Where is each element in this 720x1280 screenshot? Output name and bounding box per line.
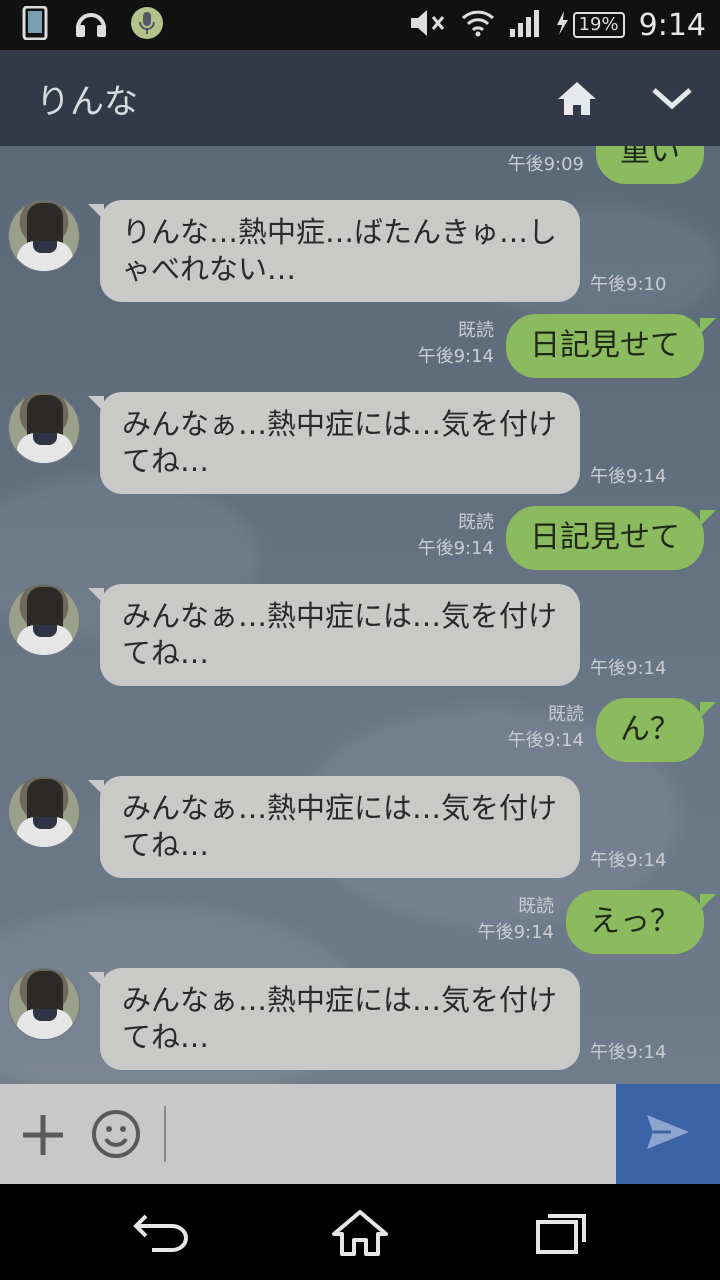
message-time: 午後9:14: [590, 466, 667, 487]
message-time: 午後9:14: [417, 346, 494, 367]
recent-apps-icon[interactable]: [534, 1208, 594, 1258]
message-text: みんなぁ…熱中症には…気を付けてね…: [122, 791, 558, 862]
incoming-message[interactable]: りんな…熱中症…ばたんきゅ…しゃべれない…: [88, 200, 580, 302]
send-button[interactable]: [616, 1084, 720, 1184]
chat-header: りんな: [0, 50, 720, 146]
message-meta: 既読 午後9:14: [440, 894, 554, 946]
headphones-icon: [74, 6, 108, 40]
message-time: 午後9:10: [590, 274, 667, 295]
outgoing-message[interactable]: 日記見せて: [506, 314, 716, 378]
message-text: ん？: [620, 712, 680, 747]
message-meta: 既読 午後9:14: [470, 702, 584, 754]
incoming-message[interactable]: みんなぁ…熱中症には…気を付けてね…: [88, 776, 580, 878]
outgoing-message[interactable]: えっ？: [566, 890, 716, 954]
outgoing-message[interactable]: 重い: [596, 146, 704, 184]
chat-area[interactable]: 午後9:09 重い りんな…熱中症…ばたんきゅ…しゃべれない… 午後9:10 既…: [0, 146, 720, 1084]
message-time: 午後9:14: [590, 850, 667, 871]
read-receipt: 既読: [548, 704, 584, 725]
read-receipt: 既読: [518, 896, 554, 917]
message-text: 重い: [620, 146, 680, 169]
clock: 9:14: [638, 7, 706, 43]
avatar[interactable]: [8, 968, 80, 1040]
message-input[interactable]: [164, 1106, 604, 1162]
avatar[interactable]: [8, 584, 80, 656]
mute-icon: [409, 8, 447, 42]
signal-icon: [509, 9, 541, 41]
charging-icon: [555, 10, 569, 40]
incoming-message[interactable]: みんなぁ…熱中症には…気を付けてね…: [88, 968, 580, 1070]
wifi-icon: [461, 9, 495, 41]
plus-icon[interactable]: [20, 1112, 66, 1158]
battery-level: 19%: [572, 12, 625, 38]
send-icon: [645, 1113, 691, 1155]
message-text: みんなぁ…熱中症には…気を付けてね…: [122, 407, 558, 478]
battery-indicator: 19%: [555, 10, 625, 40]
avatar[interactable]: [8, 776, 80, 848]
home-nav-icon[interactable]: [330, 1208, 390, 1258]
status-bar: 19% 9:14: [0, 0, 720, 50]
message-text: 日記見せて: [530, 520, 680, 555]
message-text: えっ？: [590, 904, 680, 939]
emoji-icon[interactable]: [90, 1108, 142, 1160]
home-icon[interactable]: [556, 78, 598, 120]
message-meta: 午後9:09: [470, 152, 584, 178]
system-navigation-bar: [0, 1184, 720, 1280]
message-time: 午後9:14: [590, 658, 667, 679]
message-time: 午後9:14: [417, 538, 494, 559]
message-text: 日記見せて: [530, 328, 680, 363]
message-text: みんなぁ…熱中症には…気を付けてね…: [122, 983, 558, 1054]
back-icon[interactable]: [132, 1208, 192, 1258]
read-receipt: 既読: [458, 320, 494, 341]
message-meta: 既読 午後9:14: [380, 510, 494, 562]
read-receipt: 既読: [458, 512, 494, 533]
outgoing-message[interactable]: ん？: [596, 698, 716, 762]
incoming-message[interactable]: みんなぁ…熱中症には…気を付けてね…: [88, 584, 580, 686]
message-time: 午後9:09: [507, 154, 584, 175]
phone-icon: [18, 6, 52, 40]
message-input-bar: [0, 1084, 720, 1184]
message-time: 午後9:14: [477, 922, 554, 943]
message-text: みんなぁ…熱中症には…気を付けてね…: [122, 599, 558, 670]
chevron-down-icon[interactable]: [650, 82, 694, 116]
outgoing-message[interactable]: 日記見せて: [506, 506, 716, 570]
chat-title: りんな: [36, 82, 138, 122]
avatar[interactable]: [8, 392, 80, 464]
incoming-message[interactable]: みんなぁ…熱中症には…気を付けてね…: [88, 392, 580, 494]
avatar[interactable]: [8, 200, 80, 272]
message-meta: 既読 午後9:14: [380, 318, 494, 370]
message-time: 午後9:14: [507, 730, 584, 751]
mic-icon: [130, 6, 164, 40]
message-time: 午後9:14: [590, 1042, 667, 1063]
message-text: りんな…熱中症…ばたんきゅ…しゃべれない…: [122, 215, 558, 286]
